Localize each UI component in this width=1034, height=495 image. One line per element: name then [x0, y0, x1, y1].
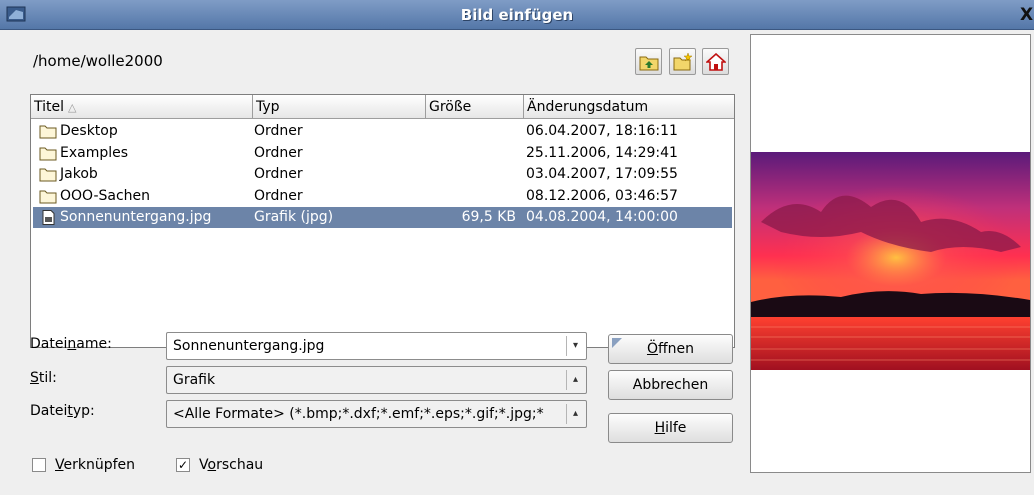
file-list[interactable]: Titel △ Typ Größe Änderungsdatum Desktop O… — [30, 94, 735, 348]
style-label: Stil: — [30, 370, 57, 386]
help-button[interactable]: Hilfe — [608, 413, 733, 443]
image-file-icon — [39, 210, 57, 225]
filetype-select[interactable]: <Alle Formate> (*.bmp;*.dxf;*.emf;*.eps;… — [166, 400, 587, 428]
folder-icon — [39, 167, 57, 182]
preview-image — [751, 152, 1030, 370]
home-icon — [705, 52, 726, 71]
file-name: Examples — [60, 144, 129, 161]
file-type: Ordner — [254, 166, 303, 182]
chevron-down-icon[interactable]: ▾ — [566, 336, 584, 356]
new-folder-button[interactable] — [669, 48, 696, 75]
preview-checkbox-box[interactable]: ✓ — [176, 458, 190, 472]
preview-checkbox[interactable]: ✓ Vorschau — [176, 455, 263, 475]
folder-icon — [39, 189, 57, 204]
filename-label: Dateiname: — [30, 336, 112, 352]
preview-label: Vorschau — [199, 457, 264, 473]
sort-ascending-icon: △ — [68, 101, 77, 114]
file-row[interactable]: OOO-Sachen Ordner 08.12.2006, 03:46:57 — [33, 186, 732, 207]
folder-up-button[interactable] — [635, 48, 662, 75]
file-date: 06.04.2007, 18:16:11 — [526, 123, 678, 139]
spin-arrows-icon[interactable]: ▴▾ — [566, 370, 584, 390]
style-value: Grafik — [173, 372, 216, 388]
filetype-value: <Alle Formate> (*.bmp;*.dxf;*.emf;*.eps;… — [173, 406, 544, 422]
column-header-size[interactable]: Größe — [426, 95, 524, 119]
file-name: Desktop — [60, 123, 118, 139]
link-label: Verknüpfen — [55, 457, 136, 473]
file-date: 25.11.2006, 14:29:41 — [526, 144, 678, 161]
file-type: Ordner — [254, 187, 303, 204]
home-button[interactable] — [702, 48, 729, 75]
file-name: OOO-Sachen — [60, 187, 151, 204]
filetype-label: Dateityp: — [30, 403, 95, 419]
spin-arrows-icon[interactable]: ▴▾ — [566, 404, 584, 424]
file-date: 04.08.2004, 14:00:00 — [526, 209, 678, 225]
column-name-label: Titel — [34, 99, 65, 115]
column-header-date[interactable]: Änderungsdatum — [524, 95, 734, 119]
folder-up-icon — [639, 56, 658, 70]
column-header-type[interactable]: Typ — [253, 95, 426, 119]
file-row[interactable]: Sonnenuntergang.jpg Grafik (jpg) 69,5 KB 04… — [33, 207, 732, 228]
cancel-button[interactable]: Abbrechen — [608, 370, 733, 400]
dialog-body: /home/wolle2000 Titel △ Typ Größe Änderun… — [8, 30, 742, 492]
folder-icon — [39, 124, 57, 139]
current-path: /home/wolle2000 — [33, 52, 163, 70]
style-select[interactable]: Grafik ▴▾ — [166, 366, 587, 394]
filename-combobox[interactable]: Sonnenuntergang.jpg ▾ — [166, 332, 587, 360]
file-row[interactable]: Examples Ordner 25.11.2006, 14:29:41 — [33, 143, 732, 164]
close-icon[interactable]: X — [1020, 5, 1034, 25]
column-header-name[interactable]: Titel △ — [31, 95, 253, 119]
file-type: Grafik (jpg) — [254, 209, 334, 225]
open-button[interactable]: Öffnen — [608, 334, 733, 364]
file-type: Ordner — [254, 123, 303, 139]
default-button-indicator — [612, 338, 622, 348]
folder-icon — [39, 146, 57, 161]
window-title: Bild einfügen — [460, 6, 574, 24]
file-date: 03.04.2007, 17:09:55 — [526, 166, 678, 182]
link-checkbox-box[interactable] — [32, 458, 46, 472]
file-row[interactable]: Jakob Ordner 03.04.2007, 17:09:55 — [33, 164, 732, 185]
title-bar: Bild einfügen X — [0, 0, 1034, 30]
file-size: 69,5 KB — [461, 209, 516, 225]
file-name: Jakob — [60, 166, 98, 182]
preview-panel — [750, 34, 1031, 473]
file-type: Ordner — [254, 144, 303, 161]
file-row[interactable]: Desktop Ordner 06.04.2007, 18:16:11 — [33, 121, 732, 142]
filename-input[interactable]: Sonnenuntergang.jpg — [173, 333, 565, 359]
file-list-header: Titel △ Typ Größe Änderungsdatum — [31, 95, 734, 119]
file-date: 08.12.2006, 03:46:57 — [526, 187, 678, 204]
new-folder-icon — [673, 52, 693, 70]
file-name: Sonnenuntergang.jpg — [60, 209, 212, 225]
link-checkbox[interactable]: Verknüpfen — [32, 455, 135, 475]
